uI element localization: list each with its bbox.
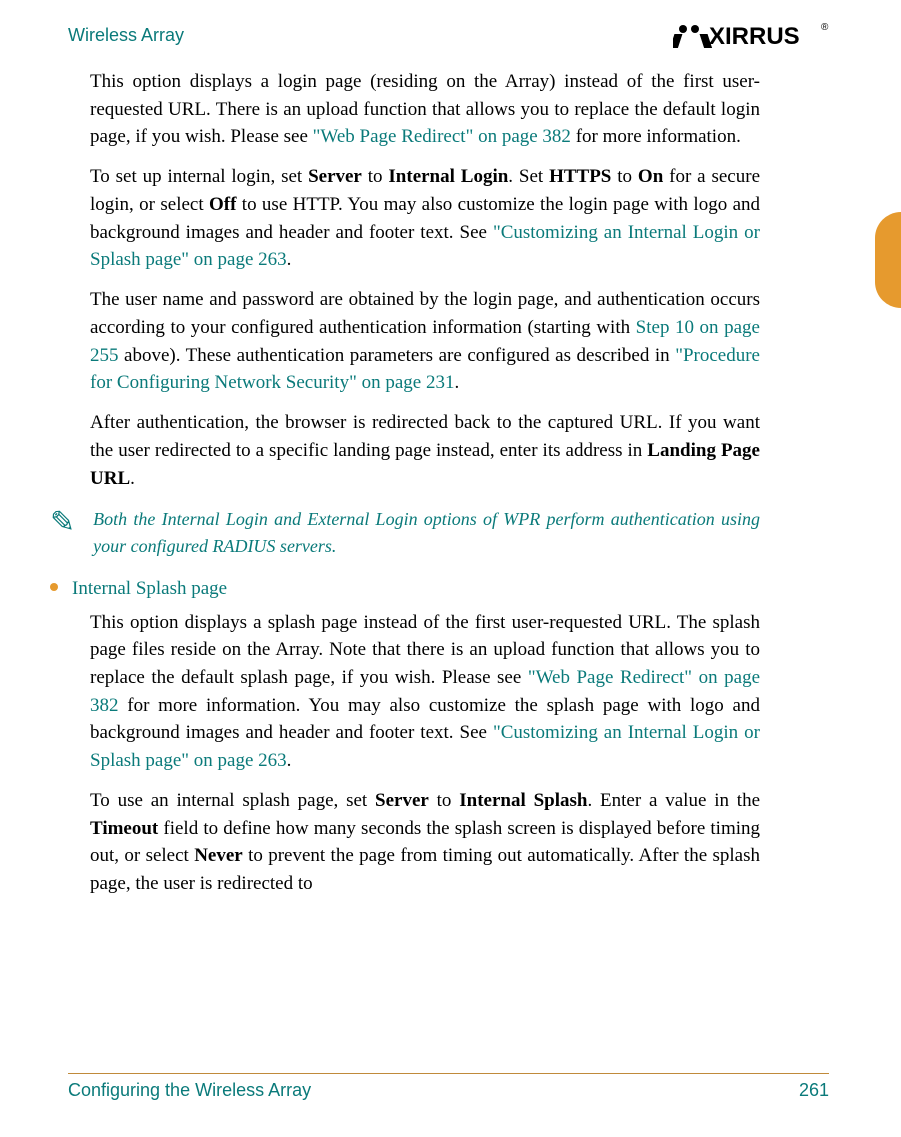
term-server: Server xyxy=(308,166,362,187)
text: above). These authentication parameters … xyxy=(119,345,676,366)
bullet-heading: Internal Splash page xyxy=(72,575,227,603)
term-never: Never xyxy=(194,845,243,866)
text: to xyxy=(611,166,638,187)
text: . Enter a value in the xyxy=(587,790,760,811)
paragraph-1: This option displays a login page (resid… xyxy=(90,68,760,151)
term-https: HTTPS xyxy=(549,166,611,187)
paragraph-6: To use an internal splash page, set Serv… xyxy=(90,787,760,898)
page-number: 261 xyxy=(799,1080,829,1101)
paragraph-4: After authentication, the browser is red… xyxy=(90,409,760,492)
header-title: Wireless Array xyxy=(68,25,184,46)
text: to xyxy=(362,166,389,187)
text: To set up internal login, set xyxy=(90,166,308,187)
bullet-icon xyxy=(50,583,58,591)
footer-row: Configuring the Wireless Array 261 xyxy=(68,1080,829,1101)
svg-text:®: ® xyxy=(821,22,829,33)
text: . xyxy=(130,468,135,489)
text: . xyxy=(287,750,292,771)
text: for more information. xyxy=(571,126,741,147)
logo: XIRRUS ® xyxy=(673,20,829,50)
note-block: ✎ Both the Internal Login and External L… xyxy=(90,506,760,559)
paragraph-2: To set up internal login, set Server to … xyxy=(90,163,760,274)
side-tab xyxy=(875,212,901,308)
text: to xyxy=(429,790,459,811)
text: . Set xyxy=(508,166,549,187)
page-footer: Configuring the Wireless Array 261 xyxy=(68,1073,829,1101)
text: To use an internal splash page, set xyxy=(90,790,375,811)
term-server-2: Server xyxy=(375,790,429,811)
term-internal-login: Internal Login xyxy=(388,166,508,187)
term-timeout: Timeout xyxy=(90,818,158,839)
page-header: Wireless Array XIRRUS ® xyxy=(68,20,829,50)
term-internal-splash: Internal Splash xyxy=(459,790,587,811)
page: Wireless Array XIRRUS ® This option disp… xyxy=(0,0,901,1137)
text: . xyxy=(454,372,459,393)
link-web-page-redirect[interactable]: "Web Page Redirect" on page 382 xyxy=(313,126,571,147)
content: This option displays a login page (resid… xyxy=(90,62,760,898)
footer-rule xyxy=(68,1073,829,1074)
text: . xyxy=(287,249,292,270)
term-off: Off xyxy=(209,194,236,215)
paragraph-3: The user name and password are obtained … xyxy=(90,286,760,397)
note-text: Both the Internal Login and External Log… xyxy=(93,506,760,559)
bullet-row: Internal Splash page xyxy=(50,575,760,603)
note-icon: ✎ xyxy=(50,508,75,538)
footer-section-title: Configuring the Wireless Array xyxy=(68,1080,311,1101)
paragraph-5: This option displays a splash page inste… xyxy=(90,609,760,775)
term-on: On xyxy=(638,166,663,187)
logo-text: XIRRUS xyxy=(709,23,800,50)
